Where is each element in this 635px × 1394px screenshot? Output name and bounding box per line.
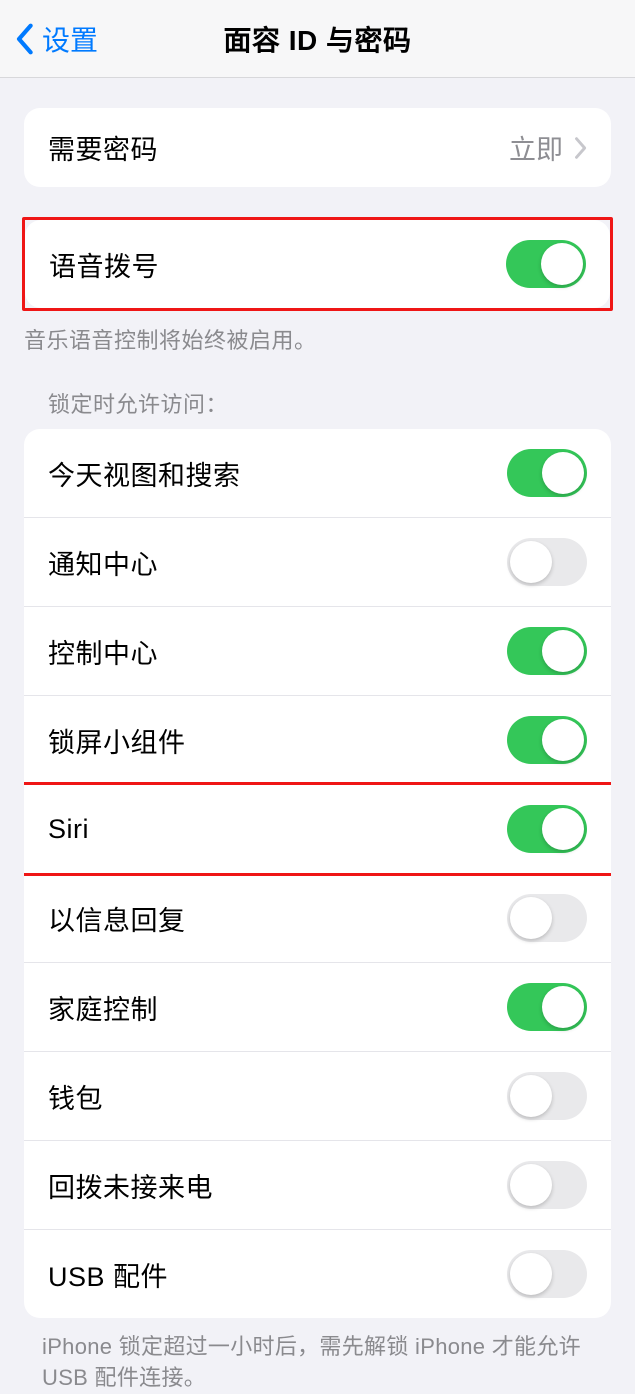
- lock-access-label: 钱包: [48, 1077, 103, 1116]
- page-title: 面容 ID 与密码: [223, 19, 411, 59]
- nav-bar: 设置 面容 ID 与密码: [0, 0, 635, 78]
- voice-dial-row: 语音拨号: [25, 220, 610, 308]
- require-passcode-card: 需要密码 立即: [24, 108, 611, 187]
- lock-access-label: 今天视图和搜索: [48, 454, 241, 493]
- back-label: 设置: [42, 19, 98, 59]
- require-passcode-value-wrap: 立即: [509, 128, 587, 167]
- toggle-knob: [510, 897, 552, 939]
- lock-access-toggle[interactable]: [507, 1250, 587, 1298]
- toggle-knob: [510, 1253, 552, 1295]
- toggle-knob: [510, 541, 552, 583]
- usb-footer: iPhone 锁定超过一小时后，需先解锁 iPhone 才能允许USB 配件连接…: [0, 1318, 635, 1394]
- lock-access-label: 以信息回复: [48, 899, 186, 938]
- back-button[interactable]: 设置: [0, 19, 98, 59]
- lock-access-row: USB 配件: [24, 1230, 611, 1318]
- toggle-knob: [541, 243, 583, 285]
- lock-access-toggle[interactable]: [507, 716, 587, 764]
- lock-access-toggle[interactable]: [507, 449, 587, 497]
- lock-access-row: 家庭控制: [24, 963, 611, 1052]
- lock-access-label: 锁屏小组件: [48, 721, 186, 760]
- lock-access-label: 回拨未接来电: [48, 1166, 213, 1205]
- toggle-knob: [510, 1164, 552, 1206]
- lock-access-label: USB 配件: [48, 1255, 168, 1294]
- require-passcode-row[interactable]: 需要密码 立即: [24, 108, 611, 187]
- lock-access-row: 回拨未接来电: [24, 1141, 611, 1230]
- toggle-knob: [542, 452, 584, 494]
- content: 需要密码 立即 语音拨号 音乐语音控制将始终被启: [0, 108, 635, 1394]
- voice-dial-toggle[interactable]: [506, 240, 586, 288]
- toggle-knob: [542, 719, 584, 761]
- toggle-knob: [542, 808, 584, 850]
- lock-access-label: 通知中心: [48, 543, 158, 582]
- voice-dial-highlight: 语音拨号: [22, 217, 613, 311]
- lock-access-row: 钱包: [24, 1052, 611, 1141]
- voice-dial-card: 语音拨号: [25, 220, 610, 308]
- lock-access-row: 以信息回复: [24, 874, 611, 963]
- require-passcode-label: 需要密码: [48, 128, 158, 167]
- toggle-knob: [542, 630, 584, 672]
- lock-access-row: 今天视图和搜索: [24, 429, 611, 518]
- voice-dial-label: 语音拨号: [49, 245, 159, 284]
- lock-access-toggle[interactable]: [507, 1072, 587, 1120]
- lock-access-label: 家庭控制: [48, 988, 158, 1027]
- lock-access-toggle[interactable]: [507, 538, 587, 586]
- require-passcode-value: 立即: [509, 128, 563, 167]
- lock-access-card: 今天视图和搜索通知中心控制中心锁屏小组件 Siri 以信息回复家庭控制钱包回拨未接来…: [24, 429, 611, 1318]
- lock-access-row: 控制中心: [24, 607, 611, 696]
- lock-access-label: Siri: [48, 814, 89, 845]
- lock-access-toggle[interactable]: [507, 627, 587, 675]
- lock-access-toggle[interactable]: [507, 1161, 587, 1209]
- lock-access-row: 锁屏小组件: [24, 696, 611, 785]
- lock-access-row: Siri: [24, 785, 611, 874]
- lock-access-label: 控制中心: [48, 632, 158, 671]
- chevron-left-icon: [14, 22, 34, 56]
- chevron-right-icon: [573, 136, 587, 160]
- lock-access-header: 锁定时允许访问：: [24, 387, 611, 429]
- voice-dial-footer: 音乐语音控制将始终被启用。: [0, 311, 635, 355]
- toggle-knob: [510, 1075, 552, 1117]
- lock-access-toggle[interactable]: [507, 805, 587, 853]
- lock-access-row: 通知中心: [24, 518, 611, 607]
- toggle-knob: [542, 986, 584, 1028]
- lock-access-toggle[interactable]: [507, 894, 587, 942]
- lock-access-toggle[interactable]: [507, 983, 587, 1031]
